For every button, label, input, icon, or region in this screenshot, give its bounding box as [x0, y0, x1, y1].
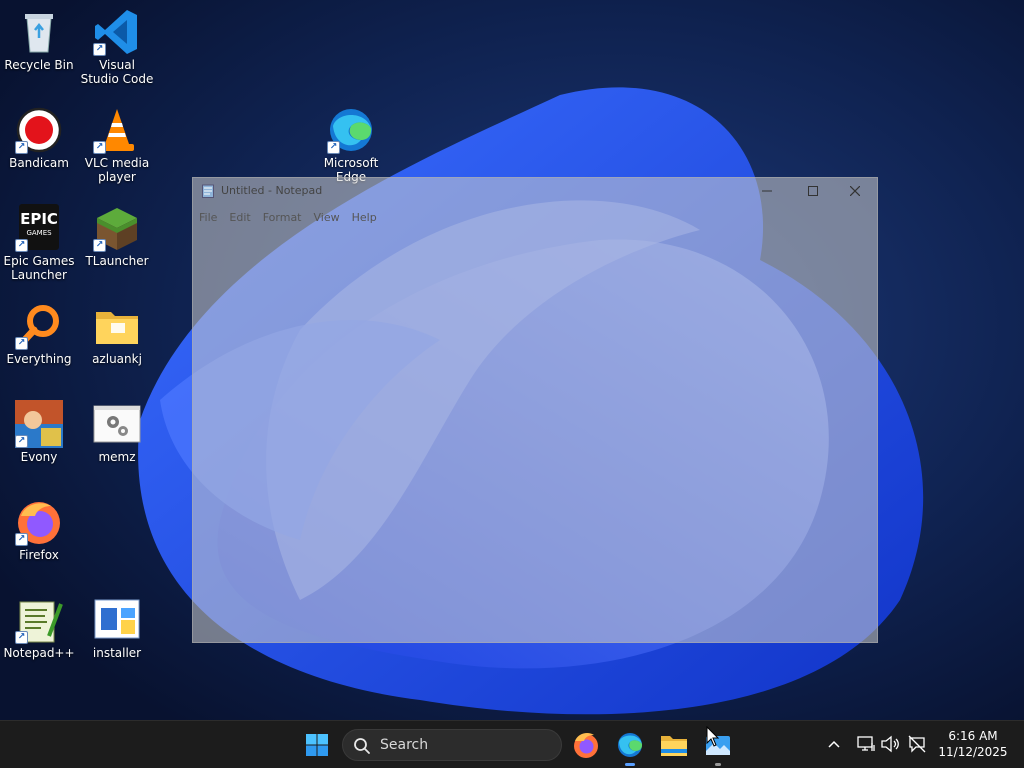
- taskbar-clock[interactable]: 6:16 AM 11/12/2025: [930, 728, 1016, 760]
- taskbar-search-box[interactable]: Search: [342, 729, 562, 761]
- desktop-icon-bandicam[interactable]: ↗ Bandicam: [1, 102, 77, 190]
- maximize-button[interactable]: [793, 178, 833, 204]
- desktop-icon-vscode[interactable]: ↗ Visual Studio Code: [79, 4, 155, 92]
- taskbar-firefox[interactable]: [570, 729, 602, 761]
- clock-time: 6:16 AM: [948, 729, 998, 743]
- desktop-icon-label: memz: [98, 450, 136, 464]
- desktop-icon-label: Visual Studio Code: [80, 58, 154, 86]
- notepad-titlebar[interactable]: Untitled - Notepad: [193, 178, 877, 204]
- shortcut-arrow-icon: ↗: [15, 631, 28, 644]
- network-icon: [857, 736, 875, 751]
- epic-logo-subtext: GAMES: [26, 229, 52, 237]
- desktop-icon-epic[interactable]: EPIC GAMES ↗ Epic Games Launcher: [1, 200, 77, 288]
- speaker-icon: [881, 735, 899, 753]
- file-explorer-icon: [661, 736, 687, 756]
- desktop-icon-label: Everything: [6, 352, 72, 366]
- search-icon: [354, 738, 370, 754]
- notepad-menubar: File Edit Format View Help: [193, 206, 877, 224]
- maximize-icon: [808, 186, 818, 196]
- installer-icon: [94, 599, 140, 639]
- desktop-icon-evony[interactable]: ↗ Evony: [1, 396, 77, 484]
- folder-icon: [96, 312, 138, 344]
- search-label: Search: [380, 737, 429, 753]
- show-hidden-icons-button[interactable]: [823, 733, 845, 757]
- notepad-text-area[interactable]: [193, 224, 877, 642]
- settings-app-icon: [93, 405, 141, 443]
- desktop-icon-firefox[interactable]: ↗ Firefox: [1, 494, 77, 582]
- desktop-icon-label: Epic Games Launcher: [3, 254, 75, 282]
- shortcut-arrow-icon: ↗: [15, 533, 28, 546]
- shortcut-arrow-icon: ↗: [15, 141, 28, 154]
- notification-off-icon: [908, 735, 926, 753]
- running-indicator: [715, 763, 721, 766]
- shortcut-arrow-icon: ↗: [15, 239, 28, 252]
- desktop-icon-label: Evony: [20, 450, 58, 464]
- close-button[interactable]: [835, 178, 875, 204]
- start-button[interactable]: [301, 729, 333, 761]
- notepad-window[interactable]: Untitled - Notepad File Edit Format View Hel…: [192, 177, 878, 643]
- desktop-icon-azluankj[interactable]: azluankj: [79, 298, 155, 386]
- desktop-icon-label: azluankj: [92, 352, 142, 366]
- shortcut-arrow-icon: ↗: [93, 239, 106, 252]
- desktop-icon-recycle-bin[interactable]: Recycle Bin: [1, 4, 77, 92]
- shortcut-arrow-icon: ↗: [93, 141, 106, 154]
- desktop-icon-label: Firefox: [19, 548, 59, 562]
- desktop-icon-label: Recycle Bin: [4, 58, 74, 72]
- desktop-icon-label: Bandicam: [9, 156, 69, 170]
- running-indicator: [625, 763, 635, 766]
- desktop-icon-everything[interactable]: ↗ Everything: [1, 298, 77, 386]
- clock-date: 11/12/2025: [938, 745, 1008, 759]
- desktop-icon-vlc[interactable]: ↗ VLC media player: [79, 102, 155, 190]
- taskbar: Search 6:16 AM 11/12/2025: [0, 720, 1024, 768]
- windows-logo-icon: [306, 734, 328, 756]
- close-icon: [850, 186, 860, 196]
- mouse-cursor-icon: [706, 726, 720, 747]
- desktop-icon-notepadpp[interactable]: ↗ Notepad++: [1, 592, 77, 680]
- desktop-icon-installer[interactable]: installer: [79, 592, 155, 680]
- minimize-button[interactable]: [747, 178, 787, 204]
- minimize-icon: [762, 190, 772, 192]
- shortcut-arrow-icon: ↗: [15, 435, 28, 448]
- desktop-icon-label: TLauncher: [85, 254, 149, 268]
- shortcut-arrow-icon: ↗: [93, 43, 106, 56]
- chevron-up-icon: [828, 740, 840, 748]
- network-button[interactable]: [855, 733, 877, 757]
- notepad-title: Untitled - Notepad: [221, 184, 323, 197]
- desktop-icon-tlauncher[interactable]: ↗ TLauncher: [79, 200, 155, 288]
- volume-button[interactable]: [879, 733, 901, 757]
- edge-icon: [618, 733, 643, 757]
- taskbar-edge[interactable]: [614, 729, 646, 766]
- shortcut-arrow-icon: ↗: [327, 141, 340, 154]
- desktop-icon-label: Notepad++: [3, 646, 75, 660]
- taskbar-file-explorer[interactable]: [658, 729, 690, 761]
- firefox-icon: [574, 733, 598, 758]
- notification-button[interactable]: [906, 733, 928, 757]
- desktop-icon-label: installer: [92, 646, 142, 660]
- shortcut-arrow-icon: ↗: [15, 337, 28, 350]
- recycle-bin-icon: [25, 14, 53, 53]
- desktop-icon-memz[interactable]: memz: [79, 396, 155, 484]
- notepad-app-icon: [202, 184, 214, 198]
- epic-logo-text: EPIC: [20, 210, 58, 228]
- desktop-icon-label: VLC media player: [84, 156, 150, 184]
